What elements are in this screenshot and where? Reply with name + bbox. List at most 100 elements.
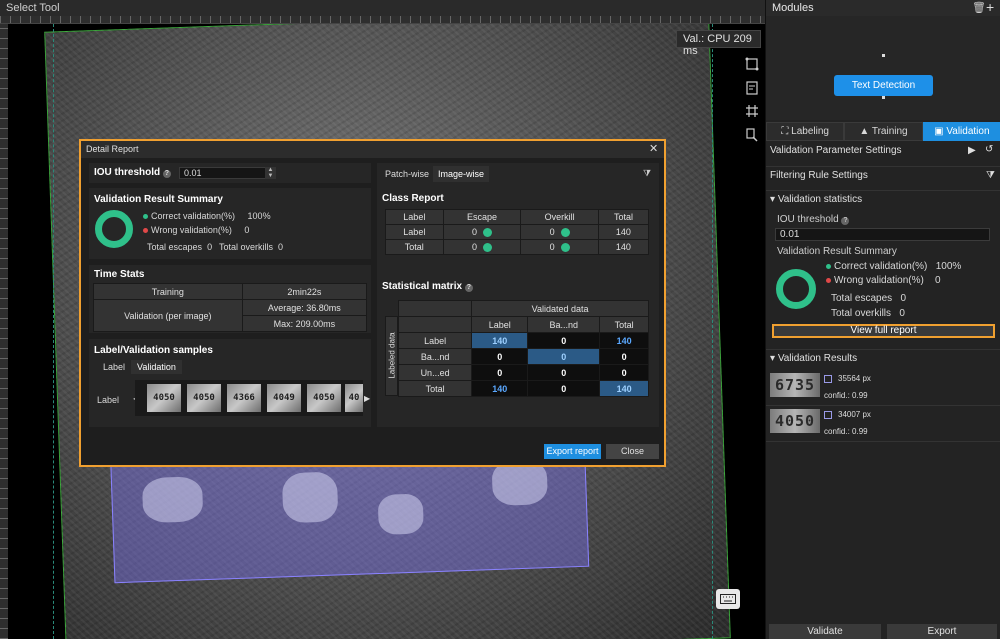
close-button[interactable]: Close: [606, 444, 659, 459]
validated-data-header: Validated data: [471, 300, 649, 317]
section-label: Validation statistics: [777, 194, 863, 205]
iou-title: IOU threshold ?: [94, 167, 171, 178]
matrix-cell[interactable]: 0: [471, 348, 529, 365]
corner-cell: [397, 300, 473, 317]
node-port-bottom[interactable]: [882, 96, 885, 99]
result-size: 35564 px: [838, 374, 871, 383]
sample-thumbnail[interactable]: 4050: [147, 384, 181, 412]
tab-validation[interactable]: Validation: [131, 360, 182, 374]
column-header: Escape: [442, 209, 522, 225]
sample-thumbnail[interactable]: 4050: [187, 384, 221, 412]
total-overkills-stat: Total overkills 0: [831, 308, 905, 319]
summary-title: Validation Result Summary: [94, 194, 223, 205]
overkill-cell: 0: [520, 239, 599, 255]
chevron-right-icon[interactable]: ▶: [968, 145, 976, 156]
matrix-cell[interactable]: 0: [599, 348, 649, 365]
green-dot-icon: [826, 263, 831, 269]
total-overkills-stat: Total overkills 0: [219, 242, 284, 252]
clipboard-check-icon[interactable]: [741, 77, 763, 99]
chevron-down-icon[interactable]: ▾: [770, 353, 778, 364]
validation-statistics-row[interactable]: ▾ Validation statistics: [766, 190, 1000, 210]
glyph-blob: [141, 476, 204, 524]
reset-icon[interactable]: ↺: [985, 144, 993, 155]
matrix-cell[interactable]: 140: [471, 332, 529, 349]
matrix-cell[interactable]: 0: [527, 364, 601, 381]
spinner-arrows-icon[interactable]: ▲ ▼: [265, 167, 276, 179]
samples-title: Label/Validation samples: [94, 345, 213, 356]
validation-parameter-settings-row[interactable]: Validation Parameter Settings ▶ ↺: [766, 142, 1000, 162]
time-stats-table: Training 2min22s Validation (per image) …: [93, 283, 368, 332]
result-confidence: confid.: 0.99: [824, 391, 868, 400]
help-icon[interactable]: ?: [464, 284, 473, 292]
polygon-select-icon[interactable]: [741, 53, 763, 75]
matrix-cell[interactable]: 140: [599, 332, 649, 349]
table-row: Label 0 0 140: [385, 224, 650, 240]
chevron-down-icon[interactable]: ▾: [770, 194, 778, 205]
close-icon[interactable]: ✕: [649, 142, 658, 155]
column-header: Total: [597, 209, 650, 225]
export-button[interactable]: Export: [887, 624, 997, 639]
validation-results-row[interactable]: ▾ Validation Results: [766, 349, 1000, 369]
status-dot-icon: [560, 228, 570, 238]
matrix-cell[interactable]: 0: [527, 380, 601, 397]
result-item[interactable]: 4050 34007 px confid.: 0.99: [766, 406, 1000, 442]
view-full-report-button[interactable]: View full report: [772, 324, 995, 338]
matrix-cell[interactable]: 140: [599, 380, 649, 397]
module-graph[interactable]: Text Detection: [766, 16, 1000, 120]
row-label: Ba...nd: [397, 348, 473, 365]
row-label: Label: [397, 332, 473, 349]
tab-label[interactable]: Label: [97, 360, 131, 374]
result-item[interactable]: 6735 35564 px confid.: 0.99: [766, 370, 1000, 406]
help-icon[interactable]: ?: [162, 170, 171, 178]
matrix-cell[interactable]: 140: [471, 380, 529, 397]
row-label: Un...ed: [397, 364, 473, 381]
result-checkbox[interactable]: [824, 375, 832, 383]
tab-training[interactable]: ▲ Training: [844, 122, 923, 141]
sample-thumbnail[interactable]: 4050: [307, 384, 341, 412]
validation-label: Validation (per image): [93, 299, 243, 332]
filter-icon[interactable]: ⧩: [986, 170, 995, 181]
matrix-cell[interactable]: 0: [471, 364, 529, 381]
tab-validation[interactable]: ▣ Validation: [922, 122, 1000, 141]
sample-thumbnail[interactable]: 4049: [267, 384, 301, 412]
iou-input[interactable]: 0.01: [179, 167, 276, 179]
matrix-cell[interactable]: 0: [599, 364, 649, 381]
chevron-right-icon[interactable]: ▶: [364, 394, 370, 403]
sample-thumbnail[interactable]: 4366: [227, 384, 261, 412]
tab-label: Validation: [946, 126, 990, 137]
ruler-vertical: [0, 24, 8, 639]
training-label: Training: [93, 283, 243, 300]
iou-input[interactable]: 0.01: [775, 228, 990, 241]
filtering-rule-settings-row[interactable]: Filtering Rule Settings ⧩: [766, 166, 1000, 186]
help-icon[interactable]: ?: [841, 217, 850, 225]
trash-icon[interactable]: 🗑: [972, 1, 986, 14]
samples-panel: Label/Validation samples Label Validatio…: [89, 339, 371, 427]
column-header: Overkill: [520, 209, 599, 225]
keyboard-icon[interactable]: [716, 589, 740, 609]
samples-tabs: Label Validation: [97, 360, 182, 374]
result-checkbox[interactable]: [824, 411, 832, 419]
export-report-button[interactable]: Export report: [544, 444, 601, 459]
brush-layer-icon[interactable]: [741, 124, 763, 146]
sample-thumbnail[interactable]: 40: [345, 384, 363, 412]
plus-icon[interactable]: +: [986, 0, 994, 15]
sample-row-label: Label: [97, 395, 120, 405]
labeled-data-header: Labeled data: [385, 316, 398, 396]
column-header: Label: [385, 209, 444, 225]
tab-label: Labeling: [791, 126, 829, 137]
validate-button[interactable]: Validate: [769, 624, 881, 639]
average-time: Average: 36.80ms: [241, 299, 368, 316]
table-row: Un...ed 0 0 0: [397, 364, 649, 381]
grid-hash-icon[interactable]: [741, 100, 763, 122]
tab-image-wise[interactable]: Image-wise: [433, 166, 490, 182]
node-port-top[interactable]: [882, 54, 885, 57]
matrix-cell[interactable]: 0: [527, 332, 601, 349]
matrix-cell[interactable]: 0: [527, 348, 601, 365]
tab-labeling[interactable]: ⛶ Labeling: [766, 122, 845, 141]
result-confidence: confid.: 0.99: [824, 427, 868, 436]
module-node-text-detection[interactable]: Text Detection: [834, 75, 933, 96]
tool-title: Select Tool: [0, 0, 765, 16]
section-label: Filtering Rule Settings: [770, 170, 868, 181]
filter-icon[interactable]: ⧩: [643, 168, 651, 179]
tab-patch-wise[interactable]: Patch-wise: [385, 169, 429, 179]
